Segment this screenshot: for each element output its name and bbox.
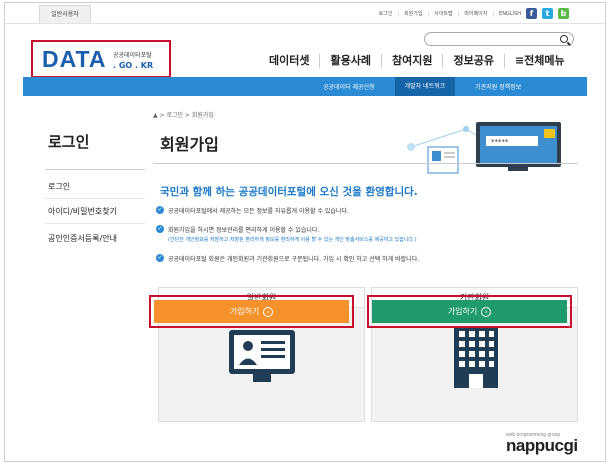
nav-item-use-cases[interactable]: 활용사례 <box>320 54 382 68</box>
signup-illustration: ***** <box>407 122 561 174</box>
button-label: 가입하기 <box>447 307 478 316</box>
mypage-link[interactable]: 마이페이지 <box>464 10 487 17</box>
check-icon: ✓ <box>156 225 164 233</box>
bullet-text: 공공데이터포털에서 제공하는 모든 정보를 자유롭게 이용할 수 있습니다. <box>168 208 349 215</box>
english-link[interactable]: ENGLISH <box>499 11 521 17</box>
info-bullet: ✓ 공공데이터포털에서 제공하는 모든 정보를 자유롭게 이용할 수 있습니다. <box>156 206 576 215</box>
watermark-brand: nappucgi <box>506 436 578 455</box>
svg-text:*****: ***** <box>491 138 509 146</box>
bullet-text: 회원가입을 하시면 정보관리를 편리하게 이용할 수 있습니다. <box>168 227 320 234</box>
arrow-right-icon: › <box>263 306 274 317</box>
subnav-item-developer-network[interactable]: 개발자 네트워크 <box>394 77 456 96</box>
page-title: 회원가입 <box>160 135 219 154</box>
blog-icon[interactable]: b <box>558 8 569 19</box>
nav-item-participation[interactable]: 참여지원 <box>382 54 444 68</box>
main-navigation: 데이터셋 활용사례 참여지원 정보공유 ≡전체메뉴 <box>259 54 575 68</box>
browser-page: 일반사용자 로그인 | 회원가입 | 사이트맵 | 마이페이지 | ENGLISH f … <box>4 2 606 462</box>
institution-signup-button-frame: 가입하기 › <box>367 295 572 328</box>
signup-link[interactable]: 회원가입 <box>404 10 422 17</box>
nav-item-info-share[interactable]: 정보공유 <box>443 54 505 68</box>
bullet-note: (간단한 개인정보를 저장하고 저장된 편리하게 정보를 편리하게 이용 할 수… <box>168 237 417 243</box>
general-signup-button-frame: 가입하기 › <box>149 295 354 328</box>
nav-item-dataset[interactable]: 데이터셋 <box>259 54 321 68</box>
id-card-icon <box>229 330 295 382</box>
logo-main-text: DATA <box>42 46 107 72</box>
search-input[interactable] <box>424 32 574 46</box>
general-signup-button[interactable]: 가입하기 › <box>154 300 349 323</box>
button-label: 가입하기 <box>229 307 260 316</box>
check-icon: ✓ <box>156 206 164 214</box>
sub-navigation-bar: 공공데이터 제공신청 개발자 네트워크 기관지원 정책정보 <box>23 77 587 96</box>
nav-item-all-menu[interactable]: ≡전체메뉴 <box>505 54 575 68</box>
sidebar-divider <box>45 198 145 199</box>
logo-domain-text: . GO . KR <box>113 61 154 70</box>
welcome-message: 국민과 함께 하는 공공데이터포털에 오신 것을 환영합니다. <box>160 186 418 198</box>
arrow-right-icon: › <box>481 306 492 317</box>
logo-sub-text: 공공데이터포털 <box>113 52 152 59</box>
sidebar-divider <box>45 223 145 224</box>
twitter-icon[interactable]: t <box>542 8 553 19</box>
building-icon <box>454 326 498 388</box>
subnav-item-data-request[interactable]: 공공데이터 제공신청 <box>323 82 375 91</box>
utility-bar: 일반사용자 로그인 | 회원가입 | 사이트맵 | 마이페이지 | ENGLISH f … <box>5 3 605 24</box>
check-icon: ✓ <box>156 254 164 262</box>
site-header: DATA 공공데이터포털 . GO . KR 데이터셋 활용사례 참여지원 정보… <box>5 24 605 78</box>
sidebar-divider <box>45 169 145 170</box>
site-logo[interactable]: DATA 공공데이터포털 . GO . KR <box>31 40 171 78</box>
sidebar-item-find-account[interactable]: 아이디/비밀번호찾기 <box>48 206 143 217</box>
institution-signup-button[interactable]: 가입하기 › <box>372 300 567 323</box>
sidebar-item-certificate[interactable]: 공인인증서등록/안내 <box>48 233 143 244</box>
main-content: ▲ > 로그인 > 회원가입 회원가입 ***** 국민과 함께 하는 공공데이… <box>153 101 583 461</box>
info-bullet: ✓ 공공데이터포털 회원은 개인회원과 기관회원으로 구분됩니다. 가입 시 확… <box>156 254 576 263</box>
title-divider <box>153 163 578 164</box>
search-icon[interactable] <box>560 35 568 43</box>
facebook-icon[interactable]: f <box>526 8 537 19</box>
info-bullet: ✓ 회원가입을 하시면 정보관리를 편리하게 이용할 수 있습니다. (간단한 … <box>156 225 576 243</box>
subnav-item-policy-info[interactable]: 기관지원 정책정보 <box>475 82 521 91</box>
login-link[interactable]: 로그인 <box>379 10 393 17</box>
sidebar-title: 로그인 <box>48 133 90 151</box>
bullet-text: 공공데이터포털 회원은 개인회원과 기관회원으로 구분됩니다. 가입 시 확인 … <box>168 256 420 263</box>
sidebar-item-login[interactable]: 로그인 <box>48 181 143 192</box>
utility-links: 로그인 | 회원가입 | 사이트맵 | 마이페이지 | ENGLISH f t b <box>379 3 569 24</box>
breadcrumb: ▲ > 로그인 > 회원가입 <box>153 112 214 119</box>
sitemap-link[interactable]: 사이트맵 <box>434 10 452 17</box>
general-user-tab[interactable]: 일반사용자 <box>39 5 91 23</box>
